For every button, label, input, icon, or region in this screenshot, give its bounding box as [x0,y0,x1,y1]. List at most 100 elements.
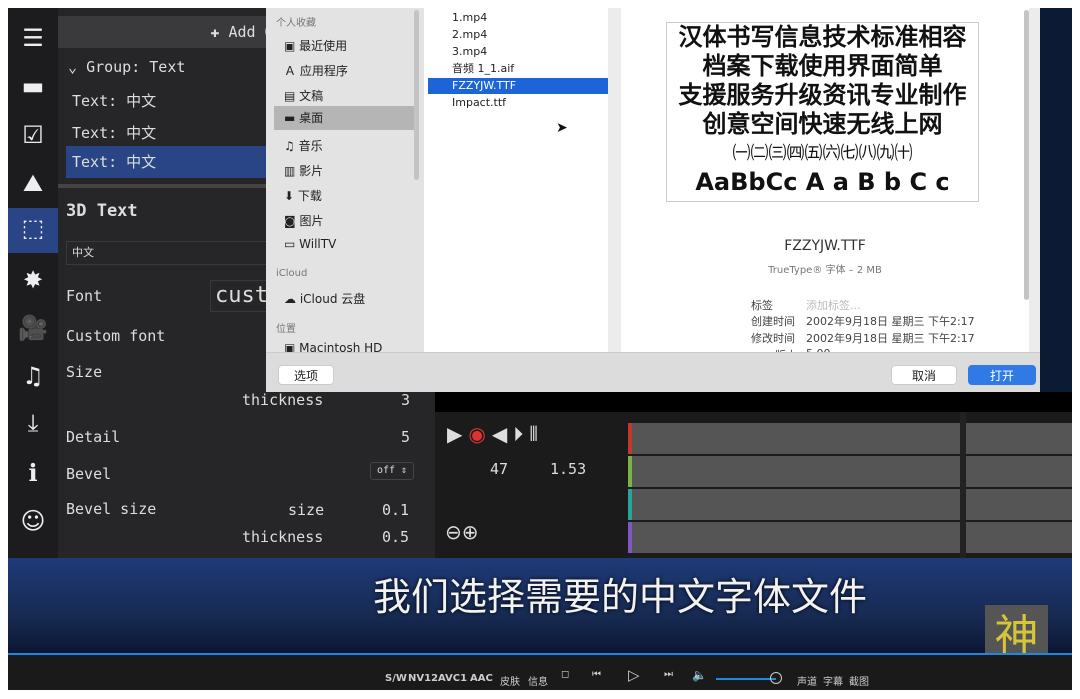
sidebar-item-music[interactable]: ♫ 音乐 [284,137,323,154]
player-option[interactable]: 字幕 [823,673,843,688]
sidebar-item-recent[interactable]: ▣ 最近使用 [284,37,347,54]
timeline-track[interactable] [628,456,1072,487]
thickness-label: thickness [242,391,324,409]
font-sample: 汉体书写信息技术标准相容 档案下载使用界面简单 支援服务升级资讯专业制作 创意空… [666,22,979,202]
font-label: Font [66,287,103,305]
music-icon[interactable]: ♫ [8,356,58,396]
list-item[interactable]: Text: 中文 [72,90,156,111]
options-button[interactable]: 选项 [278,365,334,385]
volume-slider[interactable] [716,678,776,680]
preview-pane: 汉体书写信息技术标准相容 档案下载使用界面简单 支援服务升级资讯专业制作 创意空… [621,8,1029,362]
location-header: 位置 [276,324,296,335]
file-item[interactable]: 2.mp4 [428,27,608,43]
smiley-icon[interactable]: ☺ [8,501,58,541]
text-input[interactable]: 中文 [66,241,271,265]
dialog-sidebar: 个人收藏 ▣ 最近使用 Ａ 应用程序 ▤ 文稿 ▬ 桌面 ♫ 音乐 ▥ 影片 ⬇… [266,8,424,355]
label: iCloud 云盘 [299,292,366,306]
label: 影片 [299,164,324,178]
size-value[interactable]: 0.1 [382,501,409,519]
label: 音乐 [298,139,323,153]
timeline-track[interactable] [628,423,1072,454]
file-item[interactable]: 1.mp4 [428,10,608,26]
sidebar-item-willtv[interactable]: ▭ WillTV [284,237,336,251]
icon-sidebar: ☰ ▬ ☑ ⛰ ⬚ ✸ 🎥 ♫ ⤓ ℹ ☺ [8,8,58,558]
sidebar-item-icloud[interactable]: ☁ iCloud 云盘 [284,290,365,307]
previous-icon[interactable]: ⏮ [592,669,601,680]
subtitle-text: 我们选择需要的中文字体文件 [373,575,868,619]
sidebar-item-downloads[interactable]: ⬇ 下载 [284,187,322,204]
play-icon[interactable]: ▶ [447,422,468,446]
label: 最近使用 [299,39,348,53]
timeline-track[interactable] [628,522,1072,553]
sidebar-item-apps[interactable]: Ａ 应用程序 [284,62,348,79]
player-label[interactable]: AVC1 [438,673,467,684]
detail-label: Detail [66,428,121,446]
transport-controls[interactable]: ▶◉◀⏵⦀ [447,422,544,446]
file-item[interactable]: 音频 1_1.aif [428,61,608,77]
tag-input[interactable]: 添加标签... [806,297,861,313]
player-label[interactable]: AAC [470,673,493,684]
zoom-out-icon[interactable]: ⊖ [445,520,462,544]
player-label[interactable]: S/W [385,673,407,684]
playhead-divider[interactable] [960,412,966,558]
sidebar-item-documents[interactable]: ▤ 文稿 [284,87,323,104]
stop-icon[interactable]: ◻ [561,669,569,680]
seek-bar[interactable] [8,653,1072,655]
bevel-select[interactable]: off ⇕ [370,462,414,480]
file-item[interactable]: FZZYJW.TTF [428,78,608,94]
open-button[interactable]: 打开 [968,365,1036,385]
time-value: 1.53 [550,460,587,478]
cube-icon[interactable]: ⬚ [8,208,58,253]
burst-icon[interactable]: ✸ [8,260,58,300]
speaker-icon[interactable]: ◀ [492,422,513,446]
timeline-track[interactable] [628,489,1072,520]
image-icon[interactable]: ⛰ [8,163,58,203]
sample-line: 汉体书写信息技术标准相容 [678,23,967,51]
record-icon[interactable]: ◉ [468,422,491,446]
preview-scrollbar[interactable] [1024,10,1029,300]
timeline: ▶◉◀⏵⦀ 47 1.53 ⊖⊕ [435,392,1072,558]
menu-icon[interactable]: ☰ [8,18,58,58]
label: 桌面 [299,111,324,125]
thickness2-value[interactable]: 0.5 [382,528,409,546]
cancel-button[interactable]: 取消 [891,365,957,385]
label: WillTV [299,237,337,251]
custom-font-label: Custom font [66,327,166,345]
timeline-header [435,392,1072,412]
sidebar-scrollbar[interactable] [414,10,419,180]
subtitle-area: 我们选择需要的中文字体文件 神 [8,558,1072,655]
folder-icon[interactable]: ▬ [8,66,58,106]
download-icon[interactable]: ⤓ [8,403,58,443]
info-icon[interactable]: ℹ [8,453,58,493]
player-label[interactable]: 信息 [528,673,548,688]
player-option[interactable]: 声道 [797,673,817,688]
sidebar-item-movies[interactable]: ▥ 影片 [284,162,323,179]
player-label[interactable]: NV12 [408,673,438,684]
file-open-dialog: 个人收藏 ▣ 最近使用 Ａ 应用程序 ▤ 文稿 ▬ 桌面 ♫ 音乐 ▥ 影片 ⬇… [266,8,1040,392]
volume-icon[interactable]: 🔈 [692,668,707,682]
play-icon[interactable]: ▷ [628,666,640,684]
sidebar-item-pictures[interactable]: ◙ 图片 [284,212,323,229]
player-label[interactable]: 皮肤 [500,673,520,688]
file-item[interactable]: 3.mp4 [428,44,608,60]
sidebar-item-desktop[interactable]: ▬ 桌面 [274,106,417,130]
thickness-value[interactable]: 3 [401,391,410,409]
zoom-in-icon[interactable]: ⊕ [462,520,479,544]
detail-value[interactable]: 5 [401,428,410,446]
waveform-icon[interactable]: ⦀ [529,422,544,446]
file-item[interactable]: Impact.ttf [428,95,608,111]
volume-knob[interactable] [770,672,782,684]
player-option[interactable]: 截图 [849,673,869,688]
size-label: Size [66,363,103,381]
group-header[interactable]: ⌄ Group: Text [68,58,185,76]
sample-line: 档案下载使用界面简单 [702,52,943,80]
checkbox-icon[interactable]: ☑ [8,115,58,155]
camera-icon[interactable]: 🎥 [8,308,58,348]
next-icon[interactable]: ⏭ [664,669,673,680]
list-item[interactable]: Text: 中文 [72,122,156,143]
player-controls: S/W NV12 AVC1 AAC 皮肤 信息 ◻ ⏮ ▷ ⏭ 🔈 声道 字幕 截图 [8,653,1072,690]
step-icon[interactable]: ⏵ [513,422,529,446]
list-item-selected[interactable]: Text: 中文 [66,146,266,178]
label: 图片 [299,214,324,228]
bevel-select-value: off [376,465,395,476]
